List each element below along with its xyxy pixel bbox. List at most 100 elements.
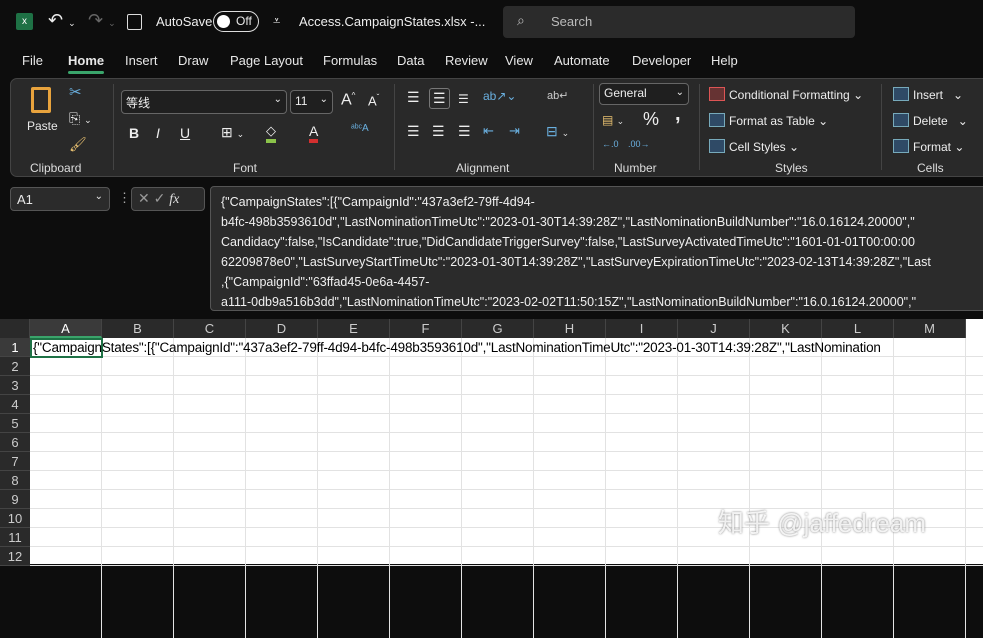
search-box[interactable]: ⌕ Search (503, 6, 855, 38)
autosave-label: AutoSave (156, 14, 213, 29)
column-header-f[interactable]: F (390, 319, 462, 338)
column-header-c[interactable]: C (174, 319, 246, 338)
tab-developer[interactable]: Developer (632, 53, 691, 68)
borders-icon[interactable]: ⊞ ⌄ (221, 124, 244, 141)
file-name[interactable]: Access.CampaignStates.xlsx -... (299, 14, 485, 29)
column-header-b[interactable]: B (102, 319, 174, 338)
align-right-icon[interactable]: ☰ (458, 123, 471, 140)
tab-view[interactable]: View (505, 53, 533, 68)
bottom-align-icon[interactable]: ☰ (458, 92, 469, 106)
row-header-1[interactable]: 1 (0, 338, 30, 357)
font-color-icon[interactable]: A (309, 123, 319, 143)
font-name-select[interactable]: 等线 ⌄ (121, 90, 287, 114)
format-as-table-label: Format as Table (729, 114, 815, 128)
undo-icon[interactable]: ↶ ⌄ (48, 10, 76, 31)
title-bar: x ↶ ⌄ ↷ ⌄ AutoSave Off ⩡ Access.Campaign… (0, 0, 983, 44)
format-cells-label: Format (913, 140, 952, 154)
tab-automate[interactable]: Automate (554, 53, 610, 68)
row-header-8[interactable]: 8 (0, 471, 30, 490)
paste-label: Paste (27, 119, 58, 133)
cut-icon[interactable]: ✂ (69, 83, 82, 101)
autosave-toggle[interactable]: Off (213, 11, 259, 32)
tab-file[interactable]: File (22, 53, 43, 68)
column-header-a[interactable]: A (30, 319, 102, 338)
middle-align-icon[interactable]: ☰ (429, 88, 450, 109)
column-header-h[interactable]: H (534, 319, 606, 338)
column-header-j[interactable]: J (678, 319, 750, 338)
number-format-select[interactable]: General ⌄ (599, 83, 689, 105)
accounting-format-icon[interactable]: ▤ ⌄ (602, 113, 624, 127)
align-center-icon[interactable]: ☰ (432, 123, 445, 140)
row-header-2[interactable]: 2 (0, 357, 30, 376)
phonetic-icon[interactable]: ᵃᵇᶜA (351, 123, 369, 134)
select-all-corner[interactable] (0, 319, 30, 338)
column-header-g[interactable]: G (462, 319, 534, 338)
decrease-decimal-icon[interactable]: .00→ (628, 139, 650, 149)
column-header-m[interactable]: M (894, 319, 966, 338)
tab-data[interactable]: Data (397, 53, 424, 68)
top-align-icon[interactable]: ☰ (407, 89, 420, 106)
format-cells-button[interactable]: Format ⌄ (893, 139, 964, 154)
gridline (533, 338, 534, 638)
format-as-table-button[interactable]: Format as Table ⌄ (709, 113, 828, 128)
conditional-formatting-button[interactable]: Conditional Formatting ⌄ (709, 87, 863, 102)
tab-formulas[interactable]: Formulas (323, 53, 377, 68)
percent-button[interactable]: % (643, 109, 659, 130)
font-size-select[interactable]: 11 ⌄ (290, 90, 333, 114)
cells-group-label: Cells (917, 161, 944, 175)
insert-function-button[interactable]: fx (169, 192, 179, 207)
formula-input[interactable]: {"CampaignStates":[{"CampaignId":"437a3e… (210, 186, 983, 311)
column-header-l[interactable]: L (822, 319, 894, 338)
tab-home[interactable]: Home (68, 53, 105, 74)
format-as-table-icon (709, 113, 725, 127)
row-header-9[interactable]: 9 (0, 490, 30, 509)
merge-center-icon[interactable]: ⊟ ⌄ (546, 123, 569, 140)
row-header-6[interactable]: 6 (0, 433, 30, 452)
tab-page-layout[interactable]: Page Layout (230, 53, 303, 68)
column-header-e[interactable]: E (318, 319, 390, 338)
orientation-icon[interactable]: ab↗⌄ (483, 89, 516, 103)
decrease-indent-icon[interactable]: ⇤ (483, 123, 494, 139)
more-options-icon[interactable]: ⋮ (118, 190, 131, 206)
row-header-4[interactable]: 4 (0, 395, 30, 414)
save-icon[interactable] (127, 14, 142, 30)
watermark: 知乎 @jaffedream (718, 508, 926, 538)
insert-cells-button[interactable]: Insert ⌄ (893, 87, 963, 102)
format-painter-icon[interactable]: 🖌 (69, 136, 87, 153)
cancel-icon[interactable]: ✕ (138, 190, 150, 206)
enter-icon[interactable]: ✓ (154, 190, 166, 206)
decrease-font-icon[interactable]: Aˇ (368, 93, 379, 108)
row-header-7[interactable]: 7 (0, 452, 30, 471)
comma-button[interactable]: , (675, 103, 681, 126)
row-header-11[interactable]: 11 (0, 528, 30, 547)
tab-review[interactable]: Review (445, 53, 488, 68)
cell-styles-button[interactable]: Cell Styles ⌄ (709, 139, 799, 154)
styles-group-label: Styles (775, 161, 808, 175)
paste-button[interactable]: Paste (27, 85, 61, 147)
tab-help[interactable]: Help (711, 53, 738, 68)
redo-icon[interactable]: ↷ ⌄ (88, 10, 116, 31)
row-header-5[interactable]: 5 (0, 414, 30, 433)
increase-decimal-icon[interactable]: ←.0 (602, 139, 619, 149)
search-icon: ⌕ (517, 12, 525, 28)
customize-qat-icon[interactable]: ⩡ (273, 13, 280, 29)
name-box[interactable]: A1 ⌄ (10, 187, 110, 211)
underline-button[interactable]: U (180, 125, 190, 141)
tab-insert[interactable]: Insert (125, 53, 158, 68)
column-header-i[interactable]: I (606, 319, 678, 338)
fill-color-icon[interactable]: ◇ (266, 123, 276, 143)
row-header-10[interactable]: 10 (0, 509, 30, 528)
increase-indent-icon[interactable]: ⇥ (509, 123, 520, 139)
bold-button[interactable]: B (129, 125, 139, 141)
tab-draw[interactable]: Draw (178, 53, 208, 68)
copy-icon[interactable]: ⎘ ⌄ (69, 110, 92, 127)
wrap-text-icon[interactable]: ab↵ (547, 89, 568, 102)
increase-font-icon[interactable]: A^ (341, 91, 355, 109)
row-header-12[interactable]: 12 (0, 547, 30, 566)
column-header-d[interactable]: D (246, 319, 318, 338)
align-left-icon[interactable]: ☰ (407, 123, 420, 140)
column-header-k[interactable]: K (750, 319, 822, 338)
italic-button[interactable]: I (156, 125, 160, 141)
row-header-3[interactable]: 3 (0, 376, 30, 395)
delete-cells-button[interactable]: Delete ⌄ (893, 113, 968, 128)
